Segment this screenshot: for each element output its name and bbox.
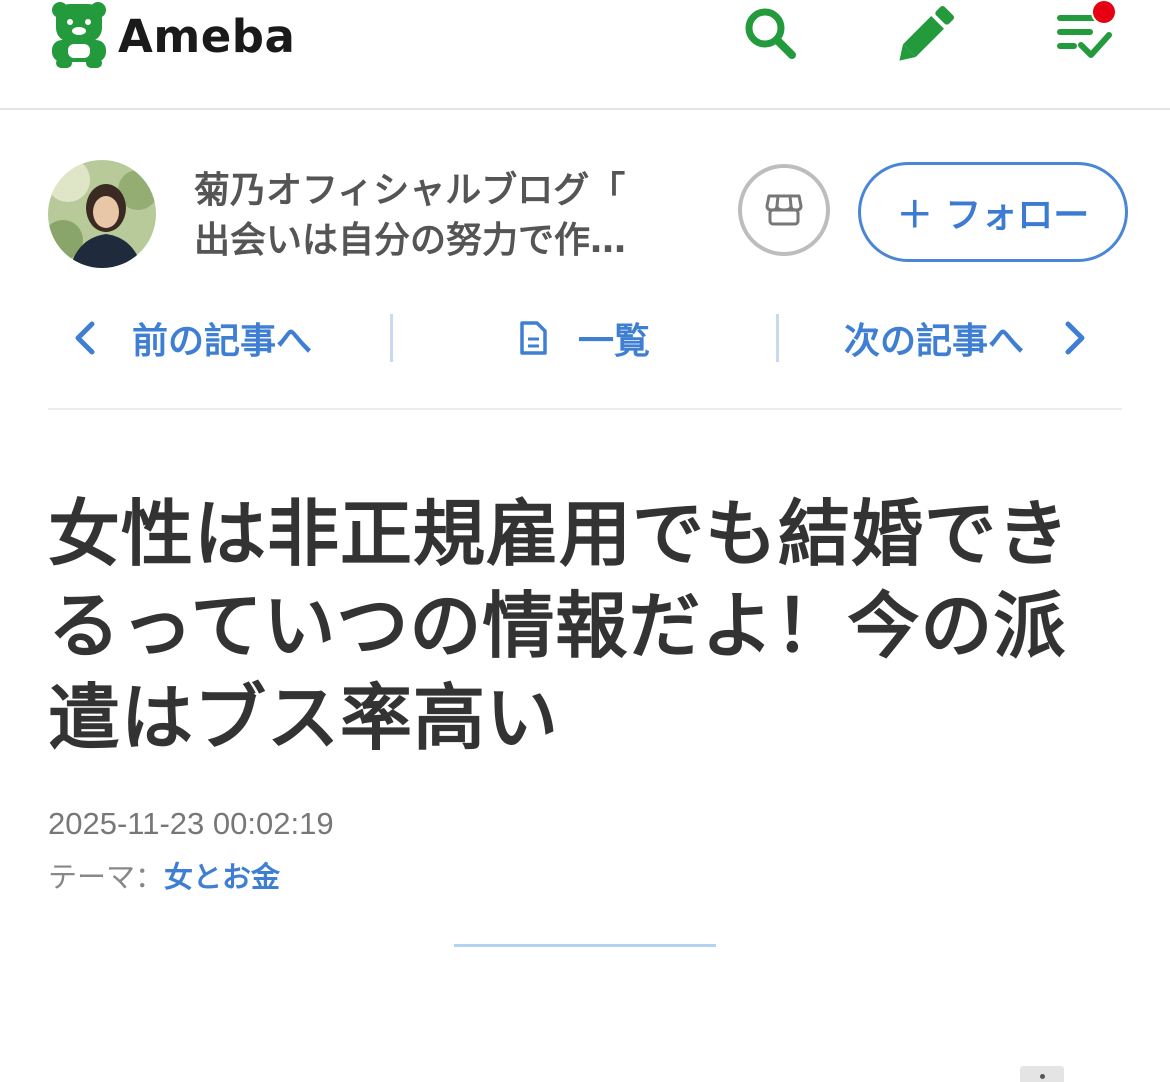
- article-separator: [454, 944, 716, 947]
- article-list-label: 一覧: [578, 321, 651, 362]
- blog-title[interactable]: 菊乃オフィシャルブログ「 出会いは自分の努力で作…: [194, 166, 684, 266]
- notification-badge: [1091, 0, 1117, 25]
- prev-article-link[interactable]: 前の記事へ: [68, 308, 312, 368]
- nav-divider: [390, 314, 393, 362]
- next-article-label: 次の記事へ: [844, 321, 1025, 362]
- checklist-button[interactable]: [1046, 0, 1120, 66]
- article-list-link[interactable]: 一覧: [518, 308, 650, 368]
- search-button[interactable]: [740, 4, 800, 62]
- shop-button[interactable]: [738, 164, 830, 256]
- write-button[interactable]: [892, 2, 962, 64]
- search-icon: [745, 8, 796, 59]
- blog-title-line2: 出会いは自分の努力で作…: [194, 220, 627, 261]
- prev-article-label: 前の記事へ: [132, 321, 313, 362]
- article-title: 女性は非正規雇用でも結婚できるっていつの情報だよ！今の派遣はブス率高い: [48, 492, 1071, 760]
- nav-separator: [48, 408, 1122, 410]
- logo-text: Ameba: [118, 9, 296, 63]
- ameba-logo[interactable]: Ameba: [48, 0, 295, 68]
- blog-title-line1: 菊乃オフィシャルブログ「: [194, 170, 626, 211]
- more-options-button[interactable]: [1020, 1066, 1064, 1082]
- article-nav: 前の記事へ 一覧 次の記事へ: [48, 308, 1122, 368]
- chevron-left-icon: [75, 321, 95, 355]
- more-dot-icon: [1039, 1074, 1045, 1079]
- next-article-link[interactable]: 次の記事へ: [844, 308, 1092, 368]
- avatar-image: [48, 160, 156, 268]
- follow-button[interactable]: ＋ フォロー: [858, 162, 1128, 262]
- article-date: 2025-11-23 00:02:19: [48, 806, 334, 841]
- nav-divider: [776, 314, 779, 362]
- app-header: Ameba: [0, 0, 1170, 110]
- ameba-bear-logo-icon: [52, 2, 106, 68]
- theme-link[interactable]: 女とお金: [164, 854, 280, 896]
- blog-avatar[interactable]: [48, 160, 156, 268]
- chevron-right-icon: [1065, 321, 1085, 355]
- theme-prefix: テーマ：: [48, 860, 165, 894]
- store-icon: [765, 194, 803, 226]
- article-theme: テーマ： 女とお金: [48, 854, 280, 896]
- document-icon: [520, 321, 547, 355]
- pen-icon: [899, 5, 955, 61]
